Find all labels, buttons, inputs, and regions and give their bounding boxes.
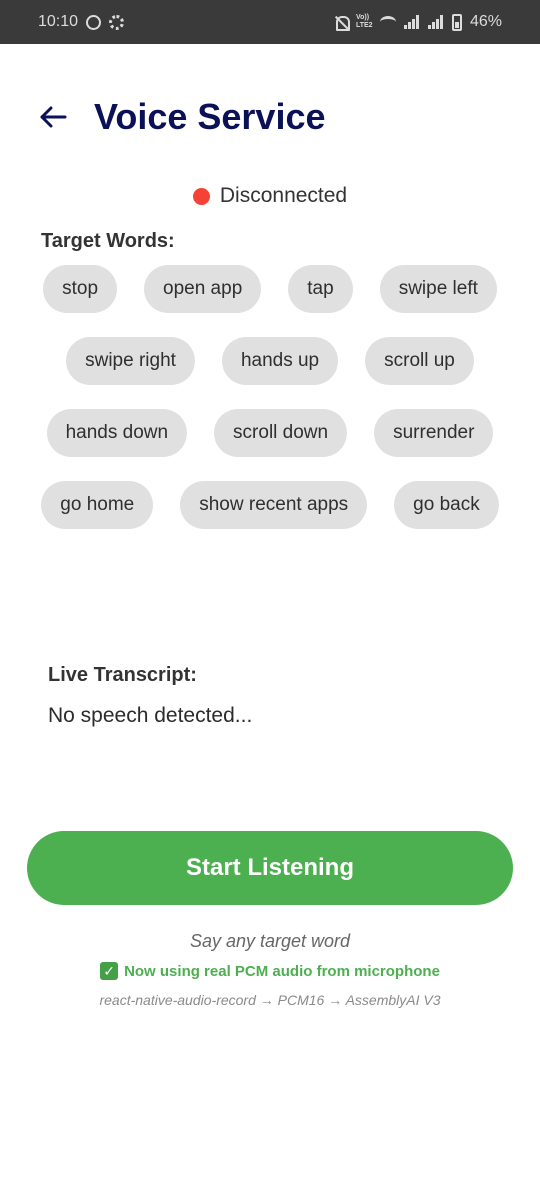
target-word-chip: tap xyxy=(288,265,353,313)
volte-icon: Vo)) LTE2 xyxy=(355,14,373,29)
target-word-chip: hands down xyxy=(46,409,188,457)
target-word-chip: scroll up xyxy=(365,337,474,385)
connection-status: Disconnected xyxy=(0,184,540,208)
target-word-chip: go back xyxy=(394,481,499,529)
target-word-chip: swipe right xyxy=(66,337,195,385)
target-words-label: Target Words: xyxy=(41,230,175,252)
wifi-icon xyxy=(379,16,396,28)
start-listening-button[interactable]: Start Listening xyxy=(27,831,513,905)
target-word-chip: scroll down xyxy=(214,409,348,457)
live-transcript-text: No speech detected... xyxy=(48,704,253,727)
target-word-chip: show recent apps xyxy=(180,481,368,529)
battery-level: 46% xyxy=(469,13,502,30)
target-word-chip: go home xyxy=(41,481,154,529)
battery-icon xyxy=(451,13,462,31)
live-transcript-label: Live Transcript: xyxy=(48,664,197,686)
target-words-list: stop open app tap swipe left swipe right hand… xyxy=(0,265,540,529)
target-word-chip: swipe left xyxy=(379,265,497,313)
page-title: Voice Service xyxy=(94,96,326,137)
pcm-notice-text: Now using real PCM audio from microphone xyxy=(124,962,440,980)
connection-status-text: Disconnected xyxy=(219,184,348,207)
mute-icon xyxy=(334,15,350,31)
pipeline-info: react-native-audio-record → PCM16 → Asse… xyxy=(99,992,441,1008)
target-word-chip: surrender xyxy=(374,409,494,457)
pcm-notice: ✓ Now using real PCM audio from micropho… xyxy=(0,962,540,980)
say-hint: Say any target word xyxy=(189,931,351,951)
check-box-icon: ✓ xyxy=(100,962,119,980)
target-word-chip: open app xyxy=(144,265,262,313)
back-arrow-icon[interactable] xyxy=(38,102,68,132)
status-dot-icon xyxy=(192,187,210,205)
target-word-chip: hands up xyxy=(221,337,339,385)
status-time: 10:10 xyxy=(38,13,79,30)
whatsapp-icon xyxy=(86,14,102,30)
signal-icon xyxy=(403,15,420,29)
target-word-chip: stop xyxy=(43,265,118,313)
header: Voice Service xyxy=(38,96,326,138)
signal-2-icon xyxy=(427,15,444,29)
settings-notification-icon xyxy=(109,14,125,30)
status-bar: 10:10 Vo)) LTE2 46% xyxy=(0,0,540,44)
